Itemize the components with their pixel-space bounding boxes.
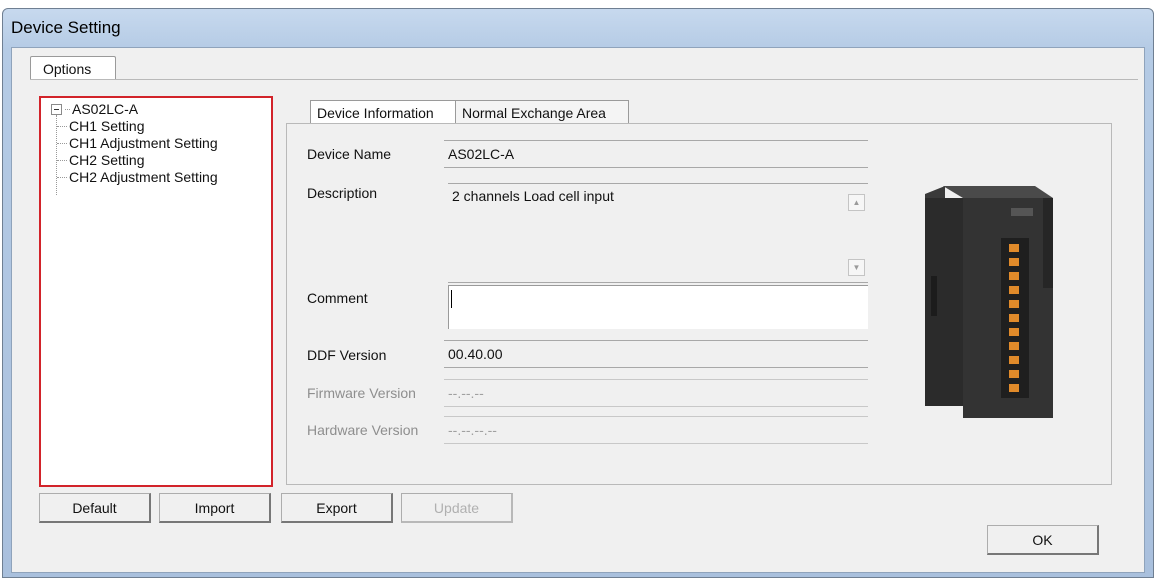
tree-item-label: CH2 Adjustment Setting — [69, 169, 218, 185]
dialog-client-area: Options AS02LC-A CH1 Setting CH1 Adjustm… — [11, 47, 1145, 573]
tree-connector — [57, 159, 67, 161]
hardware-version-field: --.--.--.-- — [444, 416, 868, 444]
tree-item-label: CH1 Setting — [69, 118, 145, 134]
tree-item-ch1-adjustment-setting[interactable]: CH1 Adjustment Setting — [57, 135, 218, 151]
tree-connector — [57, 176, 67, 178]
tree-item-label: CH1 Adjustment Setting — [69, 135, 218, 151]
comment-label: Comment — [307, 290, 368, 306]
device-setting-window: Device Setting Options AS02LC-A CH1 Sett… — [2, 8, 1154, 578]
device-module-image — [925, 186, 1053, 418]
window-title: Device Setting — [11, 18, 121, 37]
tree-connector — [65, 108, 70, 110]
description-field: 2 channels Load cell input ▲ ▼ — [448, 183, 868, 283]
update-button: Update — [401, 493, 513, 523]
tree-connector — [57, 142, 67, 144]
device-name-field: AS02LC-A — [444, 140, 868, 168]
default-button[interactable]: Default — [39, 493, 151, 523]
tree-root-node[interactable]: AS02LC-A — [51, 101, 138, 117]
module-top — [943, 186, 1053, 198]
tab-options[interactable]: Options — [30, 56, 116, 80]
ddf-version-label: DDF Version — [307, 347, 387, 363]
tab-strip-divider — [30, 79, 1138, 80]
module-vent — [1043, 198, 1053, 288]
scroll-up-icon[interactable]: ▲ — [848, 194, 865, 211]
tab-device-information[interactable]: Device Information — [310, 100, 456, 124]
tree-item-label: CH2 Setting — [69, 152, 145, 168]
ok-button[interactable]: OK — [987, 525, 1099, 555]
tree-root-label: AS02LC-A — [72, 101, 139, 117]
firmware-version-field: --.--.-- — [444, 379, 868, 407]
hardware-version-label: Hardware Version — [307, 422, 419, 438]
tree-connector — [57, 125, 67, 127]
comment-input[interactable] — [448, 285, 868, 329]
device-name-label: Device Name — [307, 146, 392, 162]
device-information-panel: Device Name AS02LC-A Description 2 chann… — [286, 123, 1112, 485]
tree-item-ch1-setting[interactable]: CH1 Setting — [57, 118, 144, 134]
text-caret — [451, 290, 452, 308]
module-label-plate — [1011, 208, 1033, 216]
device-tree[interactable]: AS02LC-A CH1 Setting CH1 Adjustment Sett… — [39, 96, 273, 487]
tab-normal-exchange-area[interactable]: Normal Exchange Area — [455, 100, 629, 124]
module-latch — [931, 276, 937, 316]
collapse-icon[interactable] — [51, 103, 62, 115]
description-text: 2 channels Load cell input — [452, 188, 614, 204]
firmware-version-label: Firmware Version — [307, 385, 416, 401]
tree-item-ch2-setting[interactable]: CH2 Setting — [57, 152, 144, 168]
export-button[interactable]: Export — [281, 493, 393, 523]
tree-item-ch2-adjustment-setting[interactable]: CH2 Adjustment Setting — [57, 169, 218, 185]
ddf-version-field: 00.40.00 — [444, 340, 868, 368]
description-label: Description — [307, 185, 378, 201]
scroll-down-icon[interactable]: ▼ — [848, 259, 865, 276]
import-button[interactable]: Import — [159, 493, 271, 523]
